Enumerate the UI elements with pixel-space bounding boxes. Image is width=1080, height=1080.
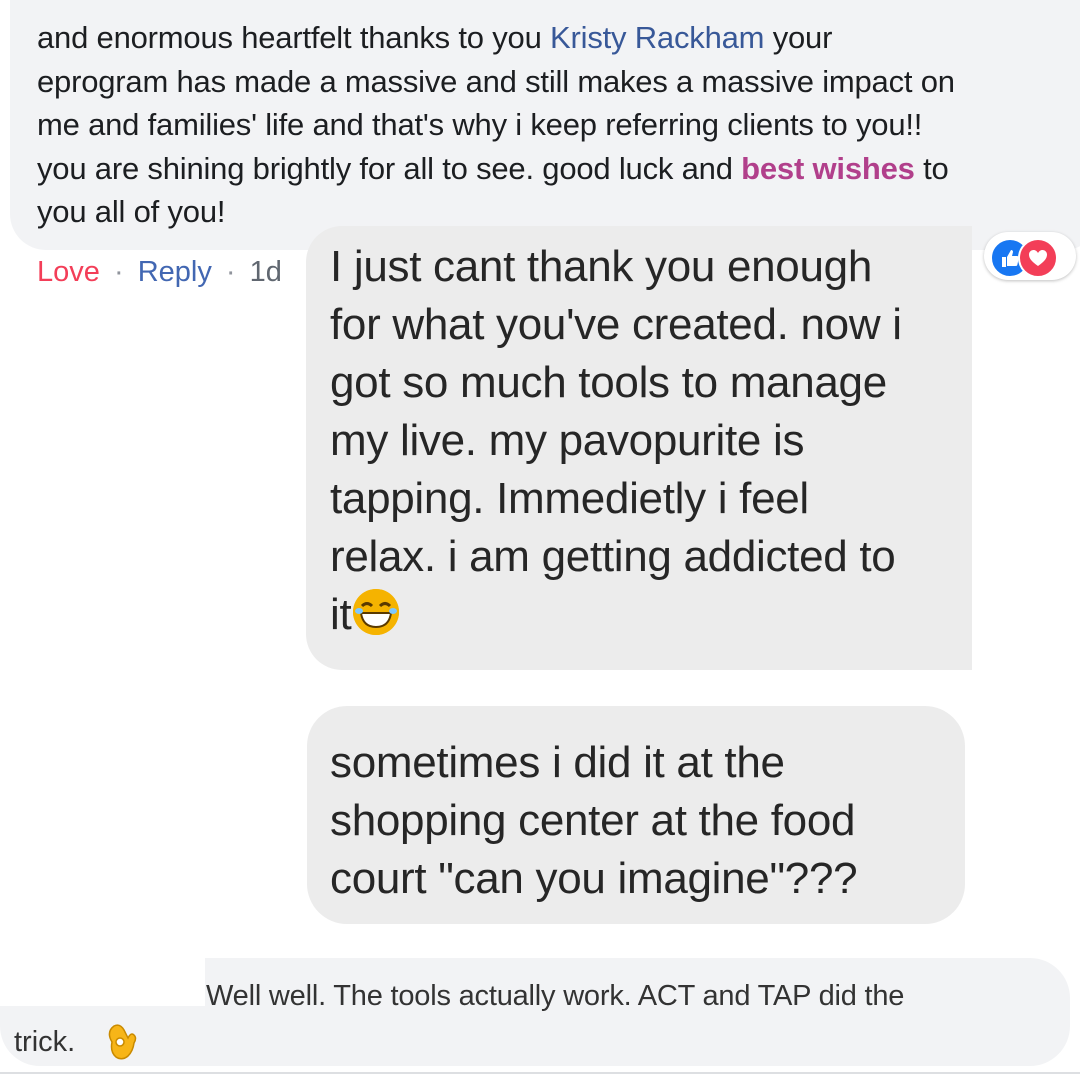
comment-line: trick.: [14, 1026, 76, 1058]
comment-line: Well well. The tools actually work. ACT …: [206, 980, 905, 1012]
comment-actions: Love · Reply · 1d: [37, 256, 282, 289]
divider: [0, 1072, 1080, 1074]
mention-link[interactable]: Kristy Rackham: [550, 20, 764, 55]
highlighted-phrase[interactable]: best wishes: [741, 151, 915, 186]
reply-link[interactable]: Reply: [138, 256, 212, 288]
love-reaction-link[interactable]: Love: [37, 256, 100, 288]
love-icon: [1018, 238, 1058, 278]
separator: ·: [225, 256, 236, 288]
chat-message: I just cant thank you enough for what yo…: [330, 238, 975, 644]
ok-hand-emoji-icon: [104, 1022, 140, 1062]
chat-message: sometimes i did it at the shopping cente…: [330, 738, 858, 903]
comment-text: and enormous heartfelt thanks to you Kri…: [37, 16, 1077, 234]
comment-line: me and families' life and that's why i k…: [37, 107, 923, 142]
redacted-name: [0, 958, 205, 1006]
comment-text-part: and enormous heartfelt thanks to you: [37, 20, 551, 55]
comment-text-part: you are shining brightly for all to see.…: [37, 150, 742, 186]
chat-message-text: I just cant thank you enough for what yo…: [330, 242, 902, 639]
comment-text-part: your: [764, 20, 833, 55]
laughing-emoji-icon: [353, 589, 400, 635]
comment-line: eprogram has made a massive and still ma…: [37, 63, 955, 99]
timestamp[interactable]: 1d: [250, 256, 282, 288]
comment-text-part: to: [914, 150, 949, 186]
separator: ·: [113, 256, 124, 288]
reaction-summary[interactable]: [984, 232, 1076, 280]
